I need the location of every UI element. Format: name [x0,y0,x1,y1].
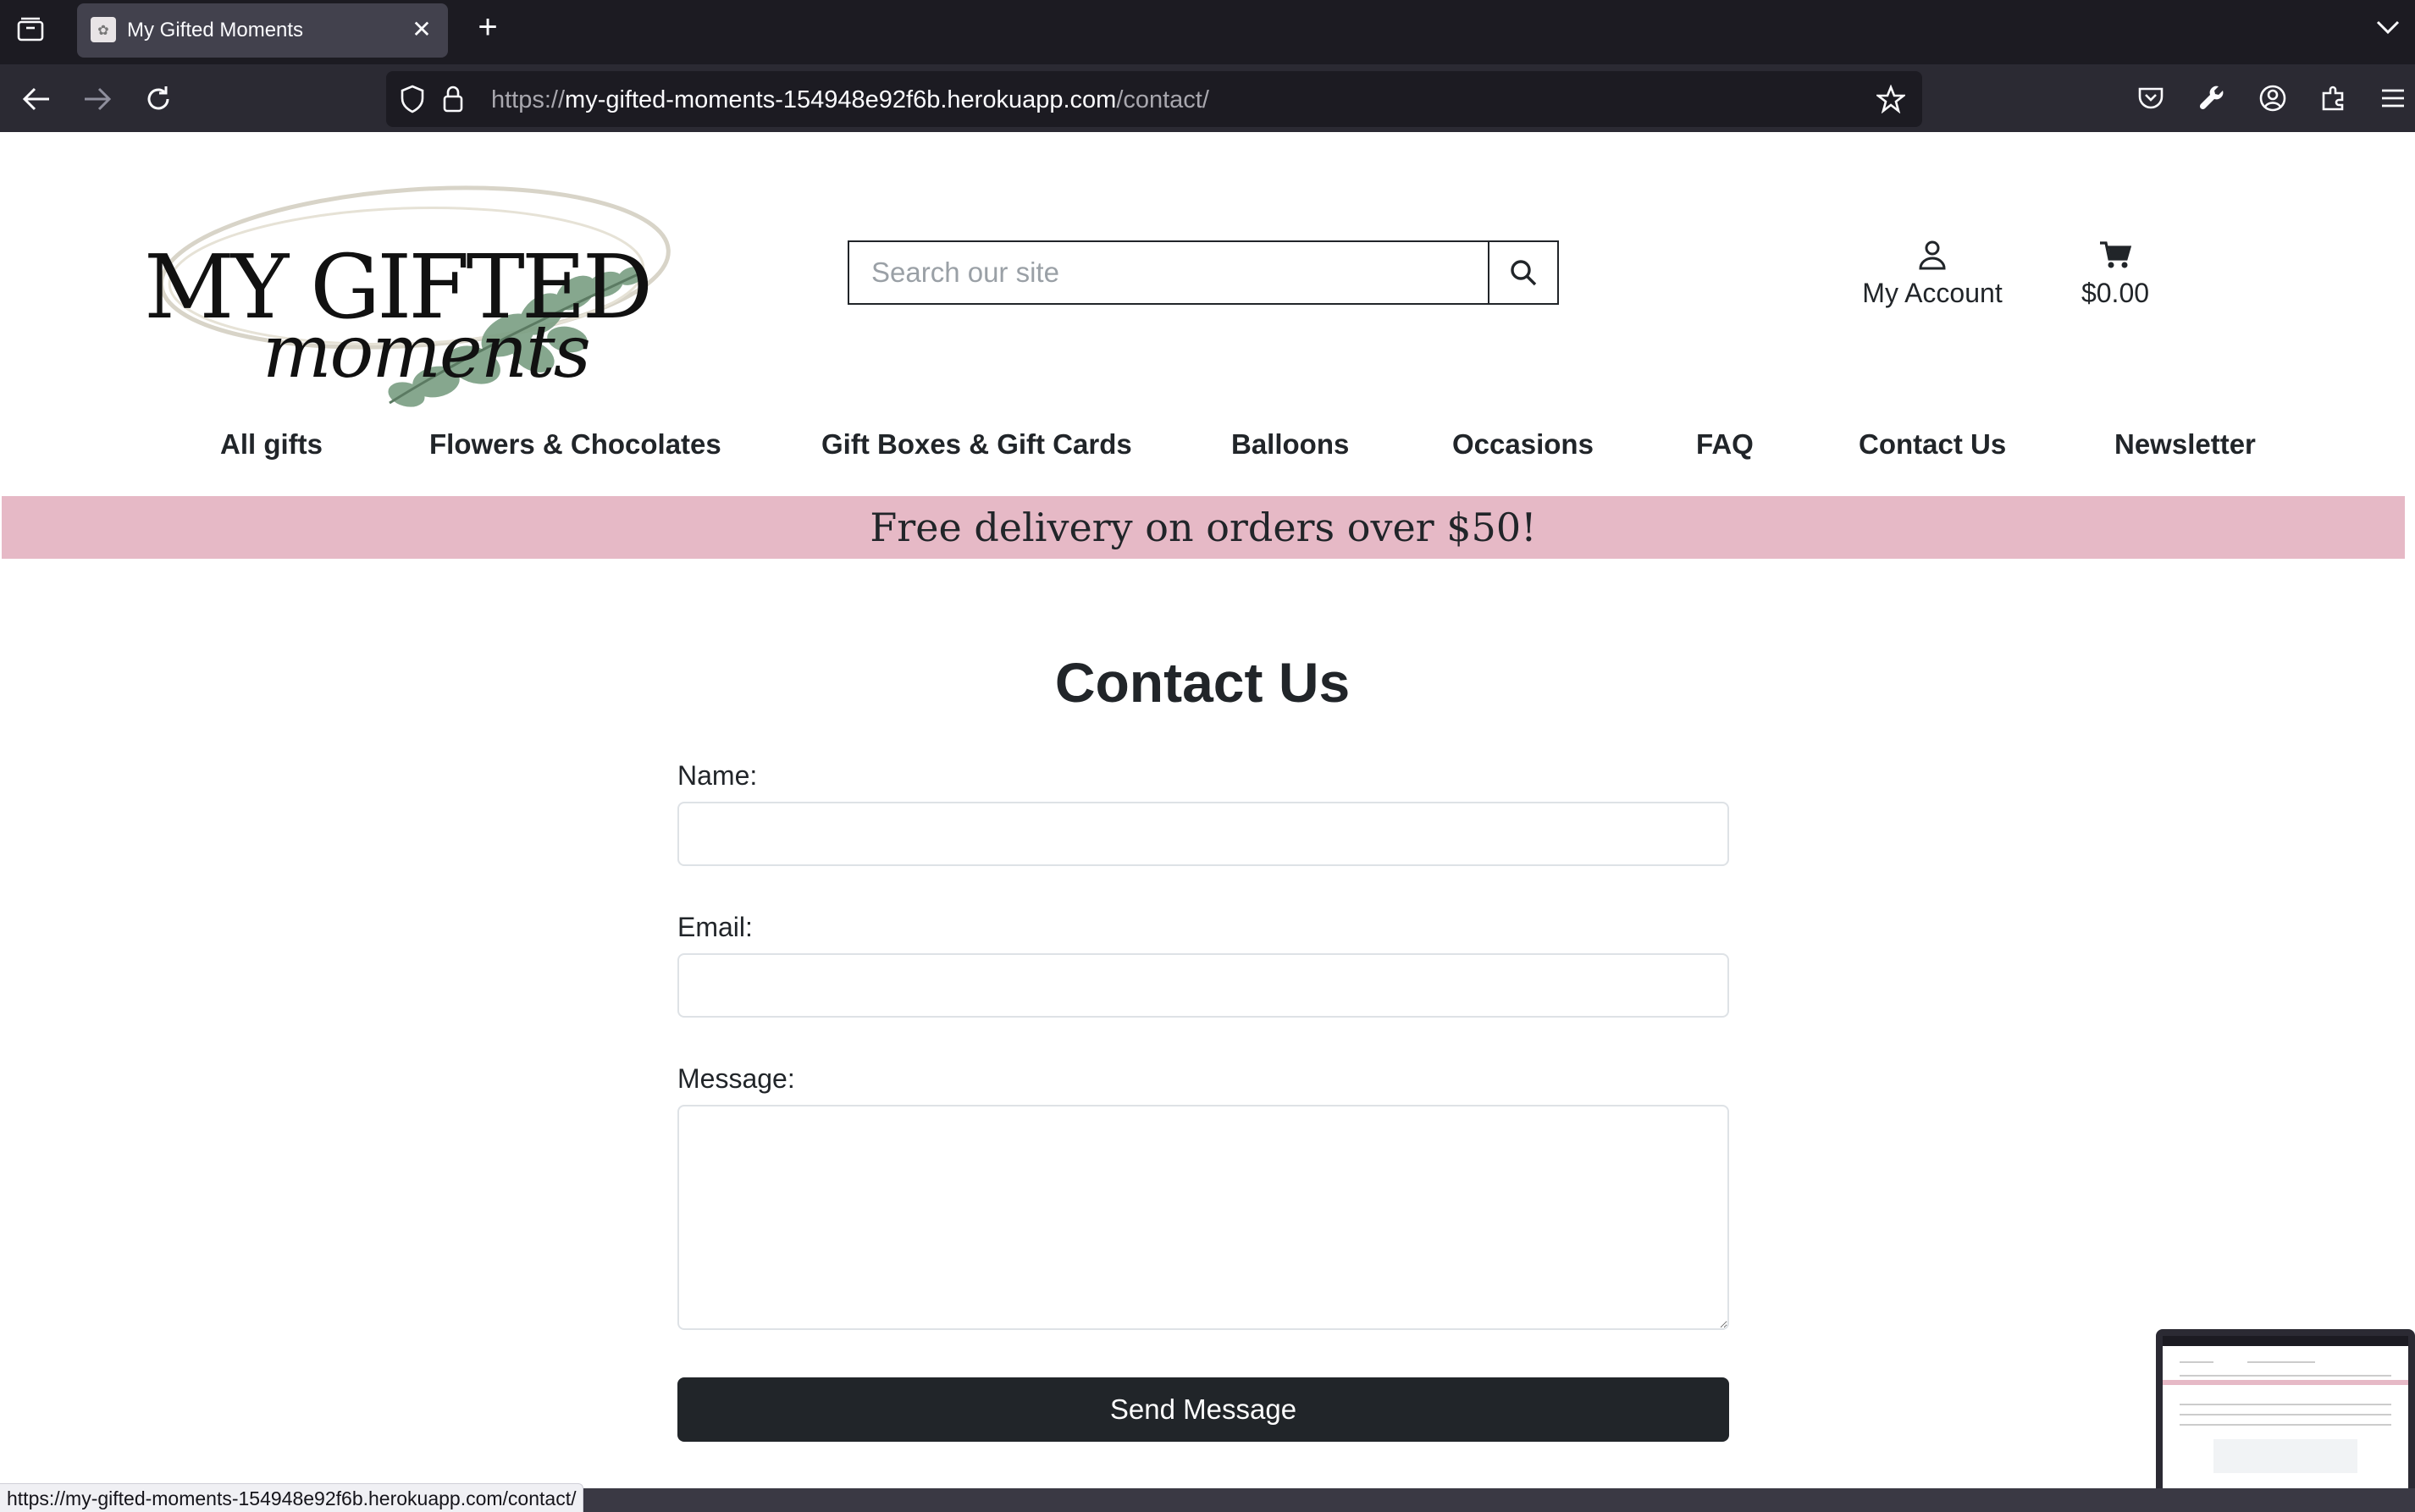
browser-toolbar: https://my-gifted-moments-154948e92f6b.h… [0,64,2415,132]
message-field[interactable] [677,1105,1729,1330]
logo-script-text: moments [262,310,591,395]
message-label: Message: [677,1063,795,1094]
account-circle-icon[interactable] [2254,80,2291,117]
shield-icon[interactable] [396,83,428,115]
pip-preview-thumbnail[interactable] [2156,1329,2415,1497]
wrench-icon[interactable] [2193,80,2230,117]
page-title: Contact Us [1054,651,1351,714]
url-scheme: https:// [491,86,566,113]
nav-item-newsletter[interactable]: Newsletter [2114,428,2256,461]
site-logo[interactable]: MY GIFTED moments [135,157,677,411]
lock-icon[interactable] [437,83,469,115]
url-text: https://my-gifted-moments-154948e92f6b.h… [491,86,1209,114]
back-arrow-icon[interactable] [19,81,54,117]
extensions-puzzle-icon[interactable] [2315,80,2352,117]
promo-banner: Free delivery on orders over $50! [2,496,2405,559]
address-bar[interactable]: https://my-gifted-moments-154948e92f6b.h… [386,71,1922,127]
cart-link[interactable]: $0.00 [2064,235,2166,309]
nav-item-all-gifts[interactable]: All gifts [220,428,323,461]
nav-item-contact-us[interactable]: Contact Us [1859,428,2006,461]
url-host: my-gifted-moments-154948e92f6b.herokuapp… [565,86,1117,113]
name-label: Name: [677,760,758,791]
browser-tab-active[interactable]: ✿ My Gifted Moments ✕ [77,3,448,58]
name-group: Name: [677,760,1729,866]
cart-total: $0.00 [2081,278,2150,308]
pip-preview-content [2163,1336,2408,1490]
contact-form: Name: Email: Message: Send Message [677,760,1729,1442]
send-message-button[interactable]: Send Message [677,1377,1729,1442]
reload-icon[interactable] [141,81,176,117]
cart-icon [2064,235,2166,274]
forward-arrow-icon[interactable] [80,81,115,117]
web-page: MY GIFTED moments My Account $0.00 All g… [0,132,2415,1512]
email-group: Email: [677,912,1729,1018]
search-input[interactable] [849,242,1488,303]
nav-item-faq[interactable]: FAQ [1696,428,1754,461]
promo-banner-text: Free delivery on orders over $50! [870,505,1537,550]
name-field[interactable] [677,802,1729,866]
search-icon [1511,260,1537,286]
user-icon [1846,235,2019,274]
site-favicon-icon: ✿ [91,17,116,42]
new-tab-icon[interactable]: + [471,10,505,44]
browser-tab-bar: ✿ My Gifted Moments ✕ + [0,0,2415,64]
nav-item-flowers-chocolates[interactable]: Flowers & Chocolates [429,428,721,461]
tab-list-icon[interactable] [15,14,46,44]
bookmark-star-icon[interactable] [1875,83,1907,115]
main-navigation: All gifts Flowers & Chocolates Gift Boxe… [0,428,2415,479]
search-button[interactable] [1488,242,1557,303]
url-path: /contact/ [1116,86,1209,113]
pocket-icon[interactable] [2132,80,2169,117]
email-field[interactable] [677,953,1729,1018]
email-label: Email: [677,912,753,942]
nav-item-occasions[interactable]: Occasions [1452,428,1594,461]
chevron-down-icon[interactable] [2373,12,2403,42]
nav-item-gift-boxes-cards[interactable]: Gift Boxes & Gift Cards [821,428,1132,461]
my-account-link[interactable]: My Account [1846,235,2019,309]
message-group: Message: [677,1063,1729,1330]
link-status-bar: https://my-gifted-moments-154948e92f6b.h… [0,1483,584,1512]
nav-item-balloons[interactable]: Balloons [1231,428,1349,461]
my-account-label: My Account [1862,278,2003,308]
close-tab-icon[interactable]: ✕ [407,15,436,44]
tab-title: My Gifted Moments [127,19,304,41]
hamburger-menu-icon[interactable] [2374,80,2412,117]
site-search [848,240,1559,305]
